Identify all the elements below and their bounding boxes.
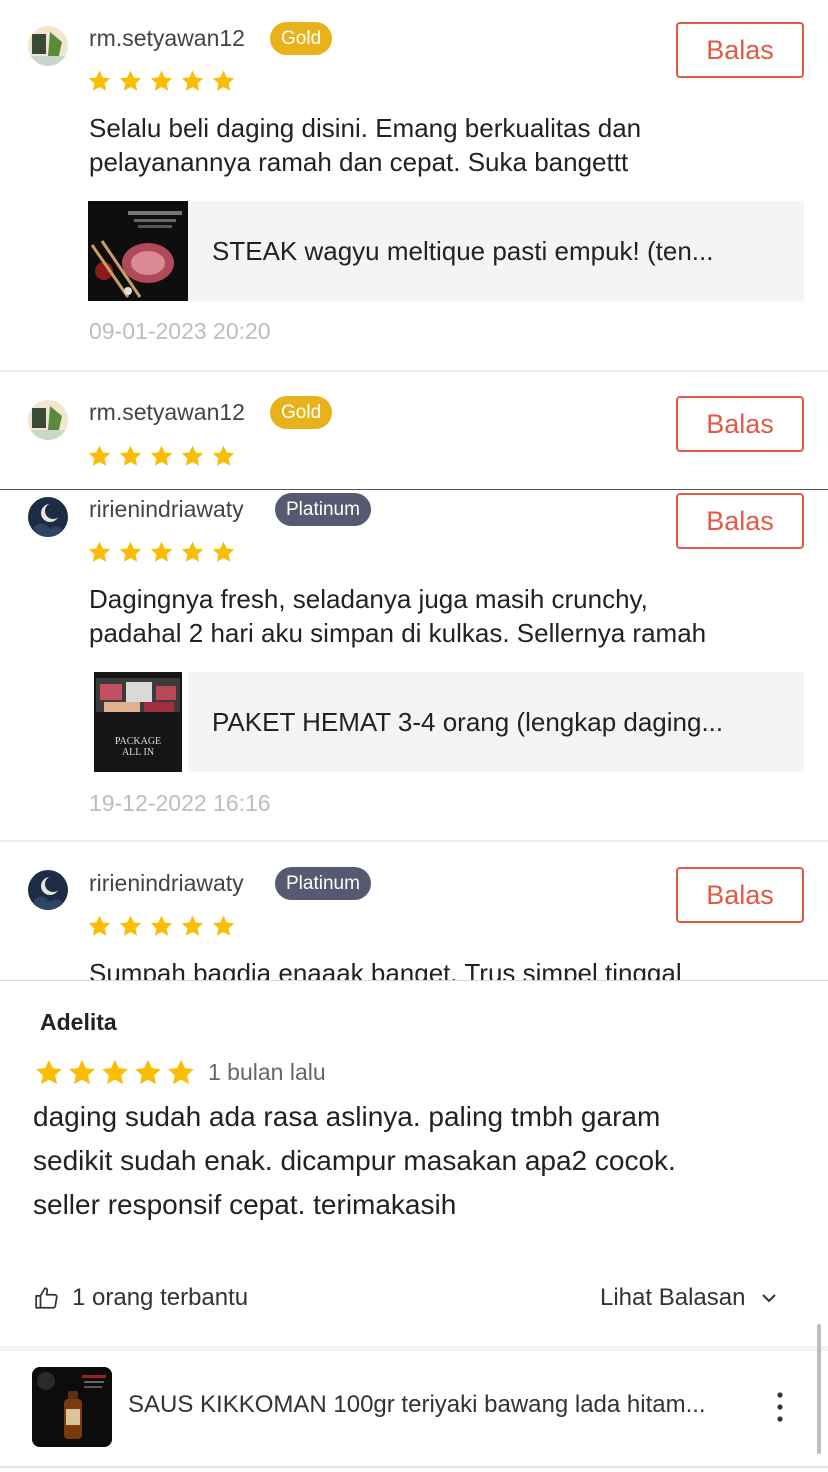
more-vertical-icon[interactable] bbox=[770, 1389, 790, 1425]
star-icon bbox=[119, 541, 142, 562]
review-text-line: Selalu beli daging disini. Emang berkual… bbox=[89, 113, 642, 143]
star-icon bbox=[102, 1059, 128, 1085]
user-avatar[interactable] bbox=[28, 400, 68, 440]
helpful-button[interactable]: 1 orang terbantu bbox=[34, 1284, 248, 1312]
star-icon bbox=[135, 1059, 161, 1085]
product-thumb-caption: PACKAGE ALL IN bbox=[114, 736, 162, 758]
rating-stars bbox=[87, 540, 236, 565]
review-text-line: padahal 2 hari aku simpan di kulkas. Sel… bbox=[89, 618, 707, 648]
review-item: rm.setyawan12 Gold Balas bbox=[0, 372, 828, 490]
rating-stars bbox=[87, 69, 236, 94]
star-icon bbox=[212, 70, 235, 91]
product-name[interactable]: STEAK wagyu meltique pasti empuk! (ten..… bbox=[212, 201, 782, 301]
username[interactable]: ririenindriawaty bbox=[89, 496, 244, 523]
member-badge-platinum: Platinum bbox=[275, 493, 371, 526]
chevron-down-icon bbox=[762, 1294, 777, 1303]
scrollbar[interactable] bbox=[817, 1324, 821, 1454]
user-avatar[interactable] bbox=[28, 497, 68, 537]
review-text-line: seller responsif cepat. terimakasih bbox=[33, 1189, 457, 1220]
review-timestamp: 19-12-2022 16:16 bbox=[89, 790, 271, 816]
product-card[interactable]: STEAK wagyu meltique pasti empuk! (ten..… bbox=[88, 201, 804, 301]
star-icon bbox=[181, 70, 204, 91]
rating-stars bbox=[87, 914, 236, 939]
rating-stars bbox=[34, 1058, 196, 1088]
reply-button[interactable]: Balas bbox=[676, 493, 804, 549]
star-icon bbox=[212, 541, 235, 562]
review-detail-panel: Adelita 1 bulan lalu daging sudah ada ra… bbox=[0, 980, 828, 1472]
star-icon bbox=[119, 70, 142, 91]
star-icon bbox=[119, 445, 142, 466]
product-name[interactable]: PAKET HEMAT 3-4 orang (lengkap daging... bbox=[212, 672, 782, 772]
review-text: Dagingnya fresh, seladanya juga masih cr… bbox=[89, 582, 809, 650]
bottom-divider bbox=[0, 1466, 828, 1468]
star-icon bbox=[88, 915, 111, 936]
see-reply-button[interactable]: Lihat Balasan bbox=[600, 1284, 779, 1312]
reviewer-name: Adelita bbox=[40, 1009, 117, 1035]
reply-button[interactable]: Balas bbox=[676, 867, 804, 923]
review-text: Selalu beli daging disini. Emang berkual… bbox=[89, 111, 809, 179]
star-icon bbox=[168, 1059, 194, 1085]
star-icon bbox=[150, 445, 173, 466]
star-icon bbox=[88, 541, 111, 562]
review-text: daging sudah ada rasa aslinya. paling tm… bbox=[33, 1095, 793, 1227]
review-timestamp: 09-01-2023 20:20 bbox=[89, 318, 271, 344]
star-icon bbox=[69, 1059, 95, 1085]
review-item: ririenindriawaty Platinum Balas Sumpah b… bbox=[0, 842, 828, 980]
star-icon bbox=[212, 445, 235, 466]
star-icon bbox=[88, 70, 111, 91]
rating-stars bbox=[87, 444, 236, 469]
username[interactable]: rm.setyawan12 bbox=[89, 399, 245, 426]
review-time: 1 bulan lalu bbox=[208, 1059, 326, 1085]
review-text-line: sedikit sudah enak. dicampur masakan apa… bbox=[33, 1145, 676, 1176]
review-item: ririenindriawaty Platinum Balas Dagingny… bbox=[0, 490, 828, 840]
product-row[interactable]: SAUS KIKKOMAN 100gr teriyaki bawang lada… bbox=[0, 1351, 828, 1472]
star-icon bbox=[150, 915, 173, 936]
product-thumbnail bbox=[32, 1367, 112, 1447]
thumbs-up-icon bbox=[35, 1287, 58, 1309]
star-icon bbox=[181, 915, 204, 936]
member-badge-gold: Gold bbox=[270, 22, 333, 55]
review-text-line: Dagingnya fresh, seladanya juga masih cr… bbox=[89, 584, 648, 614]
star-icon bbox=[150, 70, 173, 91]
username[interactable]: ririenindriawaty bbox=[89, 870, 244, 897]
star-icon bbox=[36, 1059, 62, 1085]
product-card[interactable]: PACKAGE ALL IN PAKET HEMAT 3-4 orang (le… bbox=[88, 672, 804, 772]
star-icon bbox=[88, 445, 111, 466]
review-item: rm.setyawan12 Gold Balas Selalu beli dag… bbox=[0, 0, 828, 370]
review-text-line: daging sudah ada rasa aslinya. paling tm… bbox=[33, 1101, 661, 1132]
member-badge-gold: Gold bbox=[270, 396, 333, 429]
helpful-label: 1 orang terbantu bbox=[72, 1284, 249, 1311]
star-icon bbox=[150, 541, 173, 562]
product-thumbnail: PACKAGE ALL IN bbox=[88, 672, 188, 772]
username[interactable]: rm.setyawan12 bbox=[89, 25, 245, 52]
member-badge-platinum: Platinum bbox=[275, 867, 371, 900]
star-icon bbox=[212, 915, 235, 936]
see-reply-label: Lihat Balasan bbox=[600, 1284, 746, 1311]
reply-button[interactable]: Balas bbox=[676, 22, 804, 78]
user-avatar[interactable] bbox=[28, 870, 68, 910]
star-icon bbox=[181, 541, 204, 562]
user-avatar[interactable] bbox=[28, 26, 68, 66]
star-icon bbox=[119, 915, 142, 936]
review-text-line: Sumpah bagdia enaaak banget. Trus simpel… bbox=[89, 958, 682, 980]
reply-button[interactable]: Balas bbox=[676, 396, 804, 452]
product-name[interactable]: SAUS KIKKOMAN 100gr teriyaki bawang lada… bbox=[128, 1391, 748, 1419]
product-thumbnail bbox=[88, 201, 188, 301]
review-text-line: pelayanannya ramah dan cepat. Suka bange… bbox=[89, 147, 629, 177]
star-icon bbox=[181, 445, 204, 466]
review-text: Sumpah bagdia enaaak banget. Trus simpel… bbox=[89, 956, 809, 980]
